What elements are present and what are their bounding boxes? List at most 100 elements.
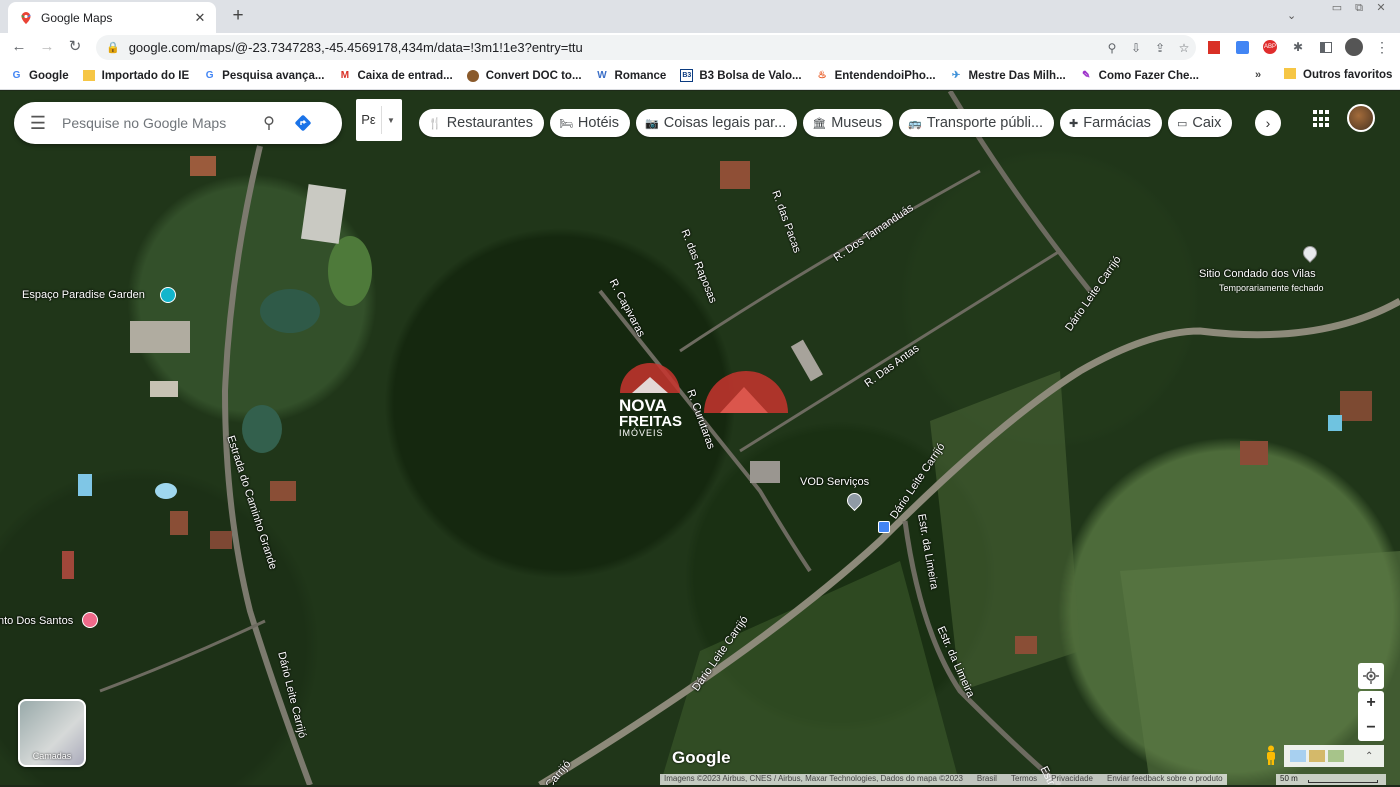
install-icon[interactable]: ⇩ — [1124, 41, 1148, 55]
b3-icon: B3 — [680, 69, 694, 82]
search-mode-select[interactable]: Pε ▼ — [356, 99, 402, 141]
category-chips: 🍴 Restaurantes 🛏 Hotéis 📷 Coisas legais par… — [419, 109, 1283, 139]
url-text[interactable]: google.com/maps/@-23.7347283,-45.4569178… — [129, 40, 1100, 55]
layers-label: Camadas — [32, 751, 72, 761]
terms-link[interactable]: Termos — [1011, 774, 1037, 785]
address-bar[interactable]: 🔒 google.com/maps/@-23.7347283,-45.45691… — [96, 35, 1196, 60]
restaurant-icon: 🍴 — [428, 117, 442, 130]
pharmacy-icon: ✚ — [1069, 117, 1079, 130]
feather-icon: ✎ — [1081, 70, 1091, 81]
search-input[interactable] — [62, 115, 252, 131]
chip-things-to-do[interactable]: 📷 Coisas legais par... — [636, 109, 798, 137]
location-icon[interactable]: ⚲ — [1100, 41, 1124, 55]
chip-hotels[interactable]: 🛏 Hotéis — [549, 109, 631, 137]
search-icon[interactable]: ⚲ — [252, 113, 286, 133]
directions-icon[interactable] — [286, 113, 320, 133]
chip-atms[interactable]: ▭ Caix — [1167, 109, 1233, 137]
close-window-icon[interactable]: ✕ — [1370, 2, 1392, 16]
chip-pharmacies[interactable]: ✚ Farmácias — [1060, 109, 1162, 137]
adblock-extension-icon[interactable]: ABP — [1256, 37, 1284, 57]
map-scale[interactable]: 50 m — [1276, 774, 1386, 785]
poi-label-paradise-garden[interactable]: Espaço Paradise Garden — [22, 289, 145, 301]
lock-icon[interactable]: 🔒 — [106, 41, 120, 54]
layers-button[interactable]: Camadas — [18, 699, 86, 767]
minimize-icon[interactable]: ▭ — [1326, 2, 1348, 16]
bookmark-item[interactable]: G Pesquisa avança... — [203, 69, 325, 82]
extensions-puzzle-icon[interactable]: ✱ — [1284, 37, 1312, 57]
chips-next-icon[interactable]: › — [1255, 110, 1281, 136]
bookmark-item[interactable]: ✎ Como Fazer Che... — [1080, 69, 1199, 82]
zoom-out-button[interactable]: − — [1358, 716, 1384, 741]
bookmark-item[interactable]: ♨ EntendendoiPho... — [816, 69, 936, 82]
attribution-bar: Imagens ©2023 Airbus, CNES / Airbus, Max… — [660, 774, 1227, 785]
bus-stop-icon[interactable] — [878, 521, 890, 533]
folder-icon — [1284, 68, 1297, 81]
country-link[interactable]: Brasil — [977, 774, 997, 785]
bookmark-item[interactable]: ✈ Mestre Das Milh... — [950, 69, 1066, 82]
zoom-in-button[interactable]: + — [1358, 691, 1384, 716]
browser-menu-icon[interactable]: ⋮ — [1368, 37, 1396, 57]
map-type-thumbnails[interactable]: ⌃ — [1284, 745, 1384, 767]
red-extension-icon[interactable] — [1200, 37, 1228, 57]
pegman-icon[interactable] — [1262, 745, 1280, 767]
tab-close-icon[interactable]: ✕ — [192, 10, 208, 26]
restore-icon[interactable]: ⧉ — [1348, 2, 1370, 16]
translate-extension-icon[interactable] — [1228, 37, 1256, 57]
feedback-link[interactable]: Enviar feedback sobre o produto — [1107, 774, 1223, 785]
tab-strip: Google Maps ✕ + ⌄ ▭ ⧉ ✕ — [0, 0, 1400, 33]
bookmarks-overflow-icon[interactable]: » — [1255, 69, 1261, 81]
wordpress-icon: W — [597, 70, 607, 81]
back-arrow-icon[interactable]: ← — [9, 37, 29, 57]
tab-title: Google Maps — [41, 10, 113, 25]
share-icon[interactable]: ⇪ — [1148, 41, 1172, 55]
bookmark-star-icon[interactable]: ☆ — [1172, 41, 1196, 55]
privacy-link[interactable]: Privacidade — [1051, 774, 1093, 785]
chip-museums[interactable]: 🏛 Museus — [803, 109, 893, 137]
browser-tab[interactable]: Google Maps ✕ — [8, 2, 216, 33]
museum-icon: 🏛 — [812, 117, 827, 130]
other-favorites-folder[interactable]: Outros favoritos — [1284, 68, 1392, 81]
atm-icon: ▭ — [1176, 117, 1188, 130]
poi-status-text: Temporariamente fechado — [1219, 283, 1324, 293]
side-panel-icon[interactable] — [1312, 37, 1340, 57]
plane-icon: ✈ — [951, 70, 961, 81]
dropdown-arrow-icon: ▼ — [387, 115, 395, 125]
scale-bar — [1308, 780, 1378, 783]
reload-icon[interactable]: ↻ — [65, 37, 85, 57]
bookmark-item[interactable]: B3 B3 Bolsa de Valo... — [680, 69, 802, 82]
bookmark-item[interactable]: W Romance — [596, 69, 666, 82]
lodging-pin-icon[interactable] — [82, 612, 98, 628]
account-avatar[interactable] — [1347, 104, 1375, 132]
expand-icon[interactable]: ⌃ — [1365, 751, 1373, 762]
fire-icon: ♨ — [817, 70, 827, 81]
chip-transit[interactable]: 🚌 Transporte públi... — [899, 109, 1055, 137]
google-maps-pin-icon — [19, 11, 33, 25]
bookmark-folder[interactable]: Importado do IE — [83, 69, 189, 82]
bookmark-item[interactable]: M Caixa de entrad... — [338, 69, 453, 82]
chip-restaurants[interactable]: 🍴 Restaurantes — [419, 109, 544, 137]
new-tab-button[interactable]: + — [228, 5, 248, 27]
bookmark-item[interactable]: G Google — [10, 69, 69, 82]
satellite-map[interactable]: R. das Pacas R. Dos Tamanduás R. das Rap… — [0, 91, 1400, 785]
gmail-icon: M — [340, 70, 350, 81]
terrain-thumbnail[interactable] — [1309, 750, 1325, 762]
poi-label-sitio[interactable]: Sitio Condado dos Vilas — [1199, 268, 1316, 280]
window-controls: ▭ ⧉ ✕ — [1326, 2, 1392, 16]
bookmark-item[interactable]: Convert DOC to... — [467, 69, 582, 82]
profile-avatar-icon[interactable] — [1340, 37, 1368, 57]
imagery-credit: Imagens ©2023 Airbus, CNES / Airbus, Max… — [664, 774, 963, 783]
convert-icon — [467, 69, 480, 82]
bed-icon: 🛏 — [558, 117, 573, 130]
google-apps-icon[interactable] — [1313, 110, 1331, 128]
toolbar: ← → ↻ 🔒 google.com/maps/@-23.7347283,-45… — [0, 33, 1400, 62]
poi-label-santos[interactable]: nto Dos Santos — [0, 615, 73, 627]
poi-label-vod[interactable]: VOD Serviços — [800, 476, 869, 488]
hamburger-menu-icon[interactable]: ☰ — [14, 113, 62, 134]
map-thumbnail[interactable] — [1290, 750, 1306, 762]
my-location-icon[interactable] — [1358, 663, 1384, 689]
garden-pin-icon[interactable] — [160, 287, 176, 303]
tab-search-icon[interactable]: ⌄ — [1287, 9, 1296, 22]
satellite-thumbnail[interactable] — [1328, 750, 1344, 762]
forward-arrow-icon[interactable]: → — [37, 37, 57, 57]
zoom-controls: + − — [1358, 691, 1384, 741]
